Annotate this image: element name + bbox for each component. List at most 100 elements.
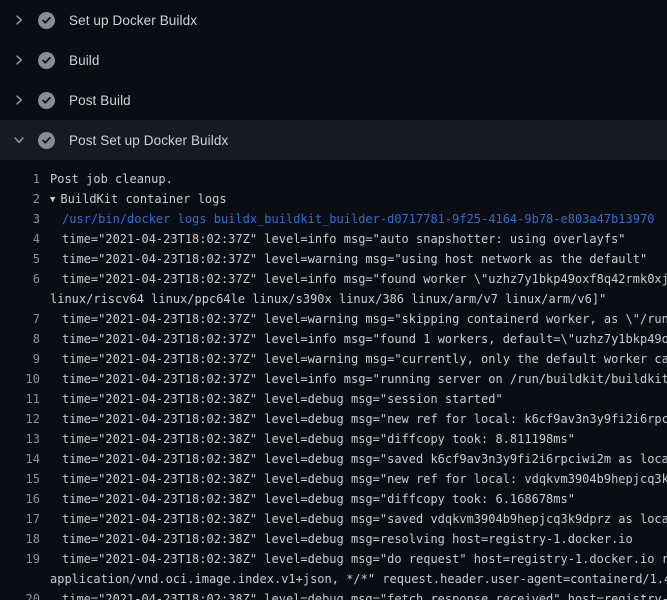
log-line: 10 time="2021-04-23T18:02:37Z" level=inf… xyxy=(0,369,667,389)
log-line: 14 time="2021-04-23T18:02:38Z" level=deb… xyxy=(0,449,667,469)
step-title: Set up Docker Buildx xyxy=(69,13,197,28)
log-line-content: time="2021-04-23T18:02:37Z" level=info m… xyxy=(62,229,626,249)
log-line: 12 time="2021-04-23T18:02:38Z" level=deb… xyxy=(0,409,667,429)
check-circle-icon xyxy=(38,132,55,149)
log-line: 7 time="2021-04-23T18:02:37Z" level=warn… xyxy=(0,309,667,329)
log-line: 19 time="2021-04-23T18:02:38Z" level=deb… xyxy=(0,549,667,569)
log-line-content: time="2021-04-23T18:02:38Z" level=debug … xyxy=(62,389,503,409)
log-line-text: time="2021-04-23T18:02:37Z" level=info m… xyxy=(62,332,667,346)
log-line-content: linux/riscv64 linux/ppc64le linux/s390x … xyxy=(50,289,606,309)
log-line-number[interactable]: 9 xyxy=(0,349,40,369)
log-line-number[interactable]: 5 xyxy=(0,249,40,269)
log-line-number[interactable]: 13 xyxy=(0,429,40,449)
log-line-content: time="2021-04-23T18:02:38Z" level=debug … xyxy=(62,429,575,449)
step-header-build[interactable]: Build xyxy=(0,40,667,80)
log-line: 3 /usr/bin/docker logs buildx_buildkit_b… xyxy=(0,209,667,229)
step-header-post-build[interactable]: Post Build xyxy=(0,80,667,120)
log-line-number[interactable]: 4 xyxy=(0,229,40,249)
log-line-text: time="2021-04-23T18:02:38Z" level=debug … xyxy=(62,532,633,546)
log-line-number[interactable]: 17 xyxy=(0,509,40,529)
log-line-text: BuildKit container logs xyxy=(60,192,226,206)
log-line-number[interactable]: 16 xyxy=(0,489,40,509)
log-line-text: linux/riscv64 linux/ppc64le linux/s390x … xyxy=(50,292,606,306)
log-line-number[interactable]: 11 xyxy=(0,389,40,409)
log-line: 1 Post job cleanup. xyxy=(0,169,667,189)
log-line-number[interactable]: 1 xyxy=(0,169,40,189)
log-line-text: time="2021-04-23T18:02:38Z" level=debug … xyxy=(62,452,667,466)
log-line-content: application/vnd.oci.image.index.v1+json,… xyxy=(50,569,667,589)
log-line: 4 time="2021-04-23T18:02:37Z" level=info… xyxy=(0,229,667,249)
chevron-right-icon xyxy=(12,93,26,107)
log-line: 15 time="2021-04-23T18:02:38Z" level=deb… xyxy=(0,469,667,489)
step-header-post-set-up-docker-buildx[interactable]: Post Set up Docker Buildx xyxy=(0,120,667,160)
log-line-text: time="2021-04-23T18:02:38Z" level=debug … xyxy=(62,512,667,526)
log-line-text: /usr/bin/docker logs buildx_buildkit_bui… xyxy=(62,212,654,226)
log-line-content: time="2021-04-23T18:02:37Z" level=warnin… xyxy=(62,309,667,329)
log-line-text: time="2021-04-23T18:02:37Z" level=info m… xyxy=(62,372,667,386)
log-line: 13 time="2021-04-23T18:02:38Z" level=deb… xyxy=(0,429,667,449)
step-title: Build xyxy=(69,53,100,68)
chevron-down-icon xyxy=(12,133,26,147)
log-line-content: time="2021-04-23T18:02:37Z" level=info m… xyxy=(62,369,667,389)
log-line: 18 time="2021-04-23T18:02:38Z" level=deb… xyxy=(0,529,667,549)
log-line: 9 time="2021-04-23T18:02:37Z" level=warn… xyxy=(0,349,667,369)
log-line-text: time="2021-04-23T18:02:38Z" level=debug … xyxy=(62,552,667,566)
log-line: 11 time="2021-04-23T18:02:38Z" level=deb… xyxy=(0,389,667,409)
log-line: linux/riscv64 linux/ppc64le linux/s390x … xyxy=(0,289,667,309)
log-line-content: time="2021-04-23T18:02:38Z" level=debug … xyxy=(62,529,633,549)
log-line-content: time="2021-04-23T18:02:38Z" level=debug … xyxy=(62,489,575,509)
log-line-text: time="2021-04-23T18:02:38Z" level=debug … xyxy=(62,392,503,406)
log-line-text: time="2021-04-23T18:02:38Z" level=debug … xyxy=(62,432,575,446)
log-line: 8 time="2021-04-23T18:02:37Z" level=info… xyxy=(0,329,667,349)
log-line-number[interactable]: 14 xyxy=(0,449,40,469)
log-line-number[interactable]: 12 xyxy=(0,409,40,429)
log-line-text: time="2021-04-23T18:02:38Z" level=debug … xyxy=(62,592,667,600)
log-line-content: time="2021-04-23T18:02:38Z" level=debug … xyxy=(62,589,667,600)
log-area: 1 Post job cleanup. 2 ▼ BuildKit containe… xyxy=(0,160,667,600)
log-line: 16 time="2021-04-23T18:02:38Z" level=deb… xyxy=(0,489,667,509)
log-line-content: time="2021-04-23T18:02:37Z" level=info m… xyxy=(62,329,667,349)
log-line-number[interactable]: 2 xyxy=(0,189,40,209)
chevron-right-icon xyxy=(12,13,26,27)
check-circle-icon xyxy=(38,92,55,109)
collapse-triangle-icon[interactable]: ▼ xyxy=(50,195,55,205)
steps-list: Set up Docker Buildx Build xyxy=(0,0,667,600)
log-line-content: time="2021-04-23T18:02:38Z" level=debug … xyxy=(62,549,667,569)
log-line: 6 time="2021-04-23T18:02:37Z" level=info… xyxy=(0,269,667,289)
log-line-number[interactable]: 10 xyxy=(0,369,40,389)
log-line: 17 time="2021-04-23T18:02:38Z" level=deb… xyxy=(0,509,667,529)
step-title: Post Set up Docker Buildx xyxy=(69,133,228,148)
log-line: 20 time="2021-04-23T18:02:38Z" level=deb… xyxy=(0,589,667,600)
log-line-content: Post job cleanup. xyxy=(50,169,173,189)
step-title: Post Build xyxy=(69,93,131,108)
log-line-number[interactable]: 7 xyxy=(0,309,40,329)
log-line-text: Post job cleanup. xyxy=(50,172,173,186)
log-line-text: time="2021-04-23T18:02:38Z" level=debug … xyxy=(62,492,575,506)
check-circle-icon xyxy=(38,52,55,69)
log-line-content: time="2021-04-23T18:02:38Z" level=debug … xyxy=(62,469,667,489)
log-line-content: time="2021-04-23T18:02:37Z" level=info m… xyxy=(62,269,667,289)
log-line-text: time="2021-04-23T18:02:37Z" level=warnin… xyxy=(62,312,667,326)
log-line-text: time="2021-04-23T18:02:38Z" level=debug … xyxy=(62,412,667,426)
log-line-text: time="2021-04-23T18:02:37Z" level=warnin… xyxy=(62,352,667,366)
log-line-text: time="2021-04-23T18:02:38Z" level=debug … xyxy=(62,472,667,486)
log-line-number[interactable] xyxy=(0,289,40,309)
log-line-number[interactable]: 15 xyxy=(0,469,40,489)
log-line-content: ▼ BuildKit container logs xyxy=(50,189,227,209)
log-line-number[interactable]: 6 xyxy=(0,269,40,289)
log-line-number[interactable]: 20 xyxy=(0,589,40,600)
log-line-content: time="2021-04-23T18:02:38Z" level=debug … xyxy=(62,509,667,529)
log-line: application/vnd.oci.image.index.v1+json,… xyxy=(0,569,667,589)
log-line-number[interactable] xyxy=(0,569,40,589)
log-line-number[interactable]: 8 xyxy=(0,329,40,349)
log-line-number[interactable]: 19 xyxy=(0,549,40,569)
step-headers-container: Set up Docker Buildx Build xyxy=(0,0,667,160)
log-line-content: time="2021-04-23T18:02:37Z" level=warnin… xyxy=(62,249,647,269)
step-header-set-up-docker-buildx[interactable]: Set up Docker Buildx xyxy=(0,0,667,40)
log-line-number[interactable]: 18 xyxy=(0,529,40,549)
chevron-right-icon xyxy=(12,53,26,67)
log-line-text: time="2021-04-23T18:02:37Z" level=info m… xyxy=(62,272,667,286)
check-circle-icon xyxy=(38,12,55,29)
log-line-text: time="2021-04-23T18:02:37Z" level=info m… xyxy=(62,232,626,246)
log-line-number[interactable]: 3 xyxy=(0,209,40,229)
